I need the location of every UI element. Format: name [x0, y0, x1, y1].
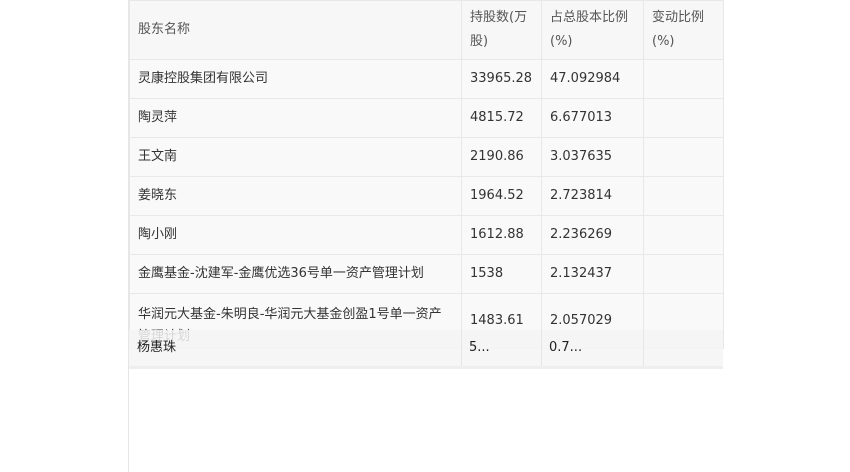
cell-name: 陶灵萍	[129, 98, 462, 138]
shareholder-table-panel: 股东名称 持股数(万股) 占总股本比例(%) 变动比例(%) 灵康控股集团有限公…	[128, 0, 724, 472]
cell-shares: 2190.86	[461, 137, 542, 177]
table-row: 王文南 2190.86 3.037635	[129, 137, 724, 177]
header-shareholder-name: 股东名称	[129, 0, 462, 60]
cell-shares: 4815.72	[461, 98, 542, 138]
divider	[541, 330, 542, 366]
sticky-summary-row: 杨惠珠 5... 0.7...	[129, 330, 723, 369]
cell-ratio: 2.723814	[541, 176, 644, 216]
cell-ratio: 2.236269	[541, 215, 644, 255]
cell-shares: 1612.88	[461, 215, 542, 255]
cell-ratio: 6.677013	[541, 98, 644, 138]
cell-shares: 1538	[461, 254, 542, 294]
header-change: 变动比例(%)	[643, 0, 724, 60]
cell-name: 王文南	[129, 137, 462, 177]
table-row: 陶灵萍 4815.72 6.677013	[129, 98, 724, 138]
header-ratio: 占总股本比例(%)	[541, 0, 644, 60]
cell-ratio: 3.037635	[541, 137, 644, 177]
cell-change	[643, 137, 724, 177]
cell-shares: 33965.28	[461, 59, 542, 99]
cell-change	[643, 215, 724, 255]
table-row: 陶小刚 1612.88 2.236269	[129, 215, 724, 255]
cell-change	[643, 59, 724, 99]
overlay-name: 杨惠珠	[137, 340, 177, 355]
table-row: 金鹰基金-沈建军-金鹰优选36号单一资产管理计划 1538 2.132437	[129, 254, 724, 294]
cell-name: 灵康控股集团有限公司	[129, 59, 462, 99]
cell-shares: 1964.52	[461, 176, 542, 216]
cell-ratio: 47.092984	[541, 59, 644, 99]
header-shares: 持股数(万股)	[461, 0, 542, 60]
cell-name: 姜晓东	[129, 176, 462, 216]
cell-change	[643, 176, 724, 216]
divider	[643, 330, 644, 366]
table-row: 灵康控股集团有限公司 33965.28 47.092984	[129, 59, 724, 99]
cell-name: 金鹰基金-沈建军-金鹰优选36号单一资产管理计划	[129, 254, 462, 294]
table-row: 姜晓东 1964.52 2.723814	[129, 176, 724, 216]
table-header-row: 股东名称 持股数(万股) 占总股本比例(%) 变动比例(%)	[129, 0, 724, 60]
cell-ratio: 2.132437	[541, 254, 644, 294]
shareholder-table: 股东名称 持股数(万股) 占总股本比例(%) 变动比例(%) 灵康控股集团有限公…	[129, 0, 724, 349]
divider	[461, 330, 462, 366]
overlay-ratio: 0.7...	[549, 340, 583, 355]
cell-name: 陶小刚	[129, 215, 462, 255]
cell-change	[643, 98, 724, 138]
cell-change	[643, 254, 724, 294]
overlay-shares: 5...	[469, 340, 490, 355]
